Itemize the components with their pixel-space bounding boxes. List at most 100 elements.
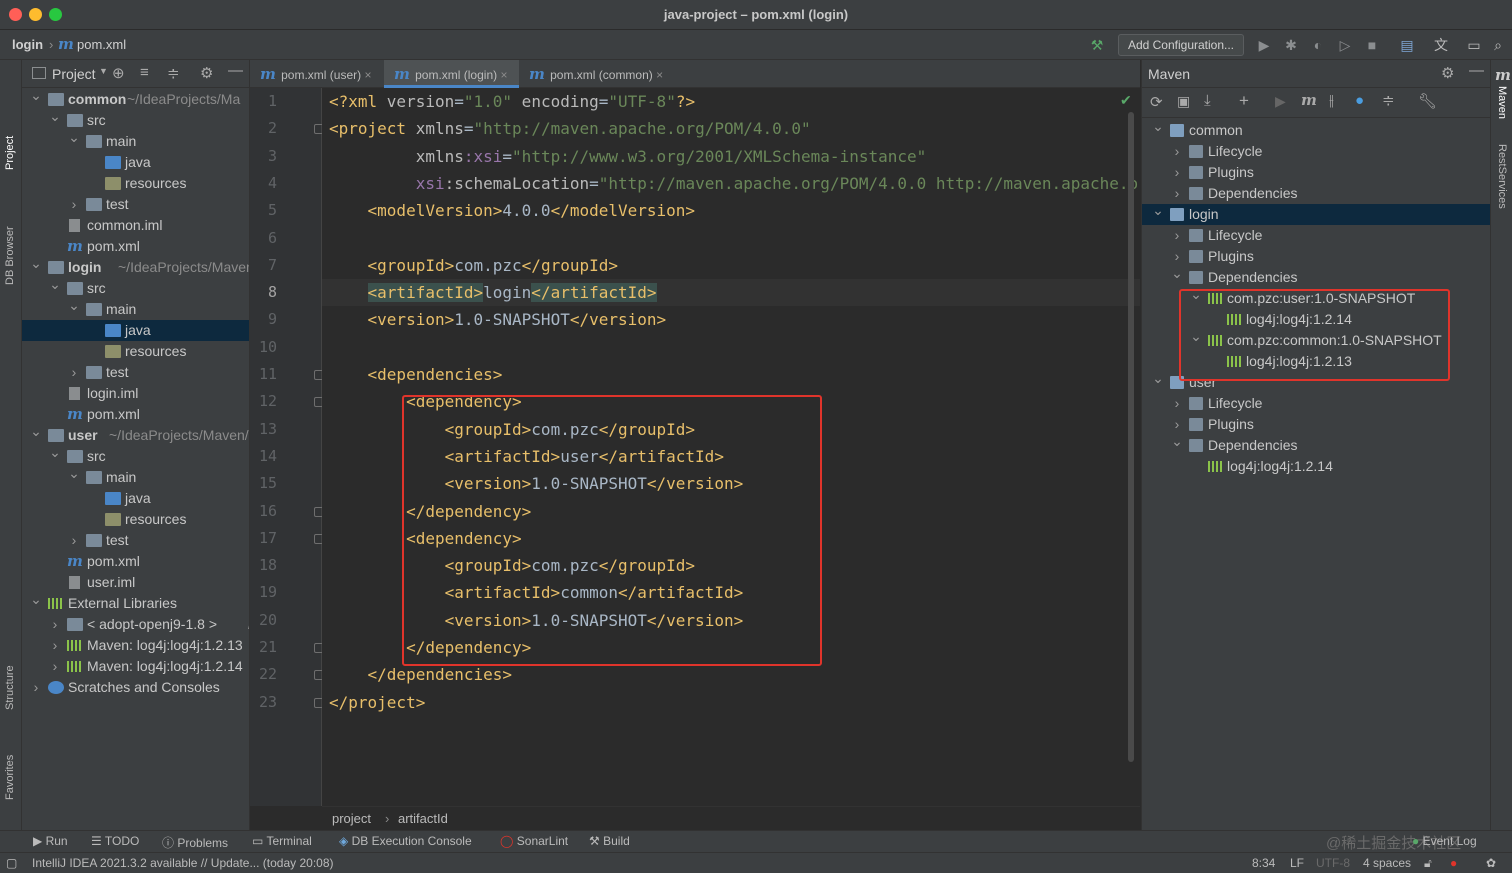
project-tree-item[interactable]: ⌄ src bbox=[22, 276, 249, 299]
skip-tests-icon[interactable]: ● bbox=[1355, 92, 1364, 109]
stop-icon[interactable]: ■ bbox=[1363, 36, 1381, 54]
search-icon[interactable]: ⌕ bbox=[1489, 36, 1507, 54]
reload-folder-icon[interactable]: ▣ bbox=[1177, 93, 1190, 110]
project-tree-item[interactable]: › Maven: log4j:log4j:1.2.13 bbox=[22, 635, 249, 656]
project-tree-item[interactable]: resources bbox=[22, 173, 249, 194]
chevron-down-icon[interactable]: ⌄ bbox=[49, 274, 61, 295]
status-message[interactable]: IntelliJ IDEA 2021.3.2 available // Upda… bbox=[32, 856, 334, 870]
chevron-right-icon[interactable]: › bbox=[68, 194, 80, 215]
project-tree-item[interactable]: common.iml bbox=[22, 215, 249, 236]
project-tree-item[interactable]: › test bbox=[22, 194, 249, 215]
gear-icon[interactable]: ⚙ bbox=[200, 64, 213, 82]
hammer-icon[interactable]: ⚒ bbox=[1088, 36, 1106, 54]
event-log-button[interactable]: ● Event Log bbox=[1412, 834, 1477, 848]
download-icon[interactable]: ⤓ bbox=[1204, 92, 1211, 109]
project-tree-item[interactable]: user.iml bbox=[22, 572, 249, 593]
hide-panel-icon[interactable]: — bbox=[228, 62, 243, 79]
project-tree-item[interactable]: › Maven: log4j:log4j:1.2.14 bbox=[22, 656, 249, 677]
project-tree-item[interactable]: › test bbox=[22, 362, 249, 383]
rest-services-tool-tab[interactable]: RestServices bbox=[1496, 144, 1508, 209]
line-separator[interactable]: LF bbox=[1290, 856, 1304, 870]
hide-panel-icon[interactable]: — bbox=[1469, 62, 1484, 79]
breadcrumb-artifactid[interactable]: artifactId bbox=[398, 811, 448, 826]
chevron-down-icon[interactable]: ⌄ bbox=[1171, 431, 1183, 452]
error-icon[interactable]: ● bbox=[1450, 856, 1457, 870]
panel-toggle-icon[interactable]: ▢ bbox=[6, 856, 17, 870]
wrench-icon[interactable]: 🔧︎ bbox=[1418, 92, 1437, 110]
project-panel-title[interactable]: Project bbox=[52, 66, 96, 82]
project-tree-item[interactable]: login.iml bbox=[22, 383, 249, 404]
maven-tree-item[interactable]: log4j:log4j:1.2.14 bbox=[1142, 456, 1490, 477]
run-tool-button[interactable]: ▶ Run bbox=[33, 834, 68, 848]
chevron-right-icon[interactable]: › bbox=[1171, 183, 1183, 204]
close-icon[interactable]: × bbox=[361, 68, 371, 82]
chevron-down-icon[interactable]: ⌄ bbox=[30, 85, 42, 106]
debug-icon[interactable]: ✱ bbox=[1282, 36, 1300, 54]
run-icon[interactable]: ▶ bbox=[1275, 93, 1286, 110]
presentation-icon[interactable]: ▭ bbox=[1465, 36, 1483, 54]
editor-tab[interactable]: m pom.xml (user) × bbox=[250, 60, 384, 88]
chevron-right-icon[interactable]: › bbox=[68, 362, 80, 383]
project-tree-item[interactable]: m pom.xml bbox=[22, 404, 249, 425]
problems-tool-button[interactable]: ⓘ Problems bbox=[162, 834, 228, 851]
db-browser-tool-tab[interactable]: DB Browser bbox=[4, 226, 16, 285]
chevron-down-icon[interactable]: ⌄ bbox=[30, 589, 42, 610]
file-encoding[interactable]: UTF-8 bbox=[1316, 856, 1350, 870]
project-tree-item[interactable]: ⌄ src bbox=[22, 444, 249, 467]
maven-tree-item[interactable]: › Lifecycle bbox=[1142, 225, 1490, 246]
project-tree-item[interactable]: java bbox=[22, 320, 249, 341]
db-console-tool-button[interactable]: ◈ DB Execution Console bbox=[339, 834, 472, 848]
project-tree-item[interactable]: m pom.xml bbox=[22, 551, 249, 572]
chevron-right-icon[interactable]: › bbox=[1171, 393, 1183, 414]
chevron-down-icon[interactable]: ⌄ bbox=[68, 295, 80, 316]
chevron-down-icon[interactable]: ⌄ bbox=[68, 127, 80, 148]
project-tree-item[interactable]: ⌄ src bbox=[22, 108, 249, 131]
maven-tree-item[interactable]: › Plugins bbox=[1142, 414, 1490, 435]
chevron-right-icon[interactable]: › bbox=[49, 614, 61, 635]
project-tree-item[interactable]: ⌄ main bbox=[22, 129, 249, 152]
maven-tree-item[interactable]: › Plugins bbox=[1142, 246, 1490, 267]
project-tree-item[interactable]: ⌄ main bbox=[22, 465, 249, 488]
indent-setting[interactable]: 4 spaces bbox=[1363, 856, 1411, 870]
maven-tree-item[interactable]: ⌄ common bbox=[1142, 118, 1490, 141]
project-tree-item[interactable]: m pom.xml bbox=[22, 236, 249, 257]
project-tool-tab[interactable]: Project bbox=[4, 136, 16, 170]
chevron-down-icon[interactable]: ⌄ bbox=[30, 253, 42, 274]
chevron-down-icon[interactable]: ⌄ bbox=[49, 106, 61, 127]
editor-tab[interactable]: m pom.xml (common) × bbox=[519, 60, 669, 88]
locate-icon[interactable]: ⊕ bbox=[112, 64, 125, 82]
maven-tree-item[interactable]: ⌄ login bbox=[1142, 202, 1490, 225]
translate-icon[interactable]: 文 bbox=[1432, 36, 1450, 54]
chevron-down-icon[interactable]: ▼ bbox=[99, 66, 108, 76]
chevron-down-icon[interactable]: ⌄ bbox=[1152, 116, 1164, 137]
collapse-all-icon[interactable]: ≑ bbox=[1382, 91, 1395, 109]
gear-icon[interactable]: ⚙ bbox=[1441, 64, 1454, 82]
chevron-down-icon[interactable]: ⌄ bbox=[1152, 200, 1164, 221]
chevron-right-icon[interactable]: › bbox=[1171, 225, 1183, 246]
chevron-down-icon[interactable]: ⌄ bbox=[30, 421, 42, 442]
nav-crumb-file[interactable]: pom.xml bbox=[77, 37, 126, 52]
close-icon[interactable]: × bbox=[497, 68, 507, 82]
project-tree-item[interactable]: › Scratches and Consoles bbox=[22, 677, 249, 698]
memory-indicator-icon[interactable]: ✿ bbox=[1486, 856, 1496, 870]
chevron-down-icon[interactable]: ⌄ bbox=[68, 463, 80, 484]
run-icon[interactable]: ▶ bbox=[1255, 36, 1273, 54]
project-tree-item[interactable]: java bbox=[22, 488, 249, 509]
toggle-offline-icon[interactable]: ⫲ bbox=[1329, 92, 1334, 109]
project-tree-item[interactable]: ⌄ main bbox=[22, 297, 249, 320]
chevron-down-icon[interactable]: ⌄ bbox=[49, 442, 61, 463]
todo-tool-button[interactable]: ☰ TODO bbox=[91, 834, 139, 848]
editor-tab[interactable]: m pom.xml (login) × bbox=[384, 60, 519, 88]
vertical-scrollbar-thumb[interactable] bbox=[1128, 112, 1134, 762]
add-icon[interactable]: + bbox=[1239, 91, 1249, 111]
project-tree-item[interactable]: java bbox=[22, 152, 249, 173]
maven-tree-item[interactable]: › Plugins bbox=[1142, 162, 1490, 183]
project-tree-item[interactable]: ›< adopt-openj9-1.8 >/Us bbox=[22, 614, 249, 635]
expand-all-icon[interactable]: ≡ bbox=[140, 64, 149, 81]
maven-tree-item[interactable]: ⌄ Dependencies bbox=[1142, 433, 1490, 456]
reload-icon[interactable]: ⟳ bbox=[1150, 93, 1163, 111]
caret-position[interactable]: 8:34 bbox=[1252, 856, 1275, 870]
chevron-right-icon[interactable]: › bbox=[49, 656, 61, 677]
collapse-all-icon[interactable]: ≑ bbox=[167, 64, 180, 82]
sonarlint-tool-button[interactable]: ◯ SonarLint bbox=[500, 834, 568, 848]
